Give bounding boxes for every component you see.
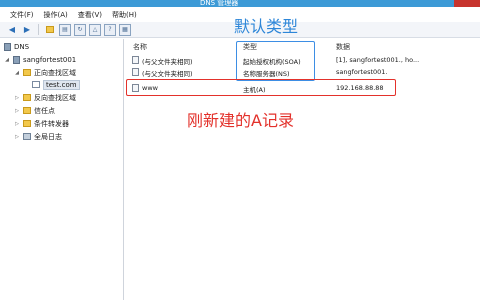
tree-label-trust-points: 信任点: [34, 106, 55, 115]
tree-label-forward-zones: 正向查找区域: [34, 68, 76, 77]
collapse-icon[interactable]: ◢: [14, 70, 20, 76]
close-button[interactable]: [454, 0, 480, 7]
column-header-data[interactable]: 数据: [336, 42, 350, 52]
annotation-new-a-record: 刚新建的A记录: [187, 111, 294, 130]
folder-icon: [23, 107, 31, 114]
expand-icon[interactable]: ▷: [14, 121, 20, 127]
annotation-default-type: 默认类型: [234, 17, 299, 36]
expand-icon[interactable]: ▷: [14, 95, 20, 101]
refresh-icon[interactable]: ↻: [74, 23, 86, 36]
maximize-button[interactable]: [432, 0, 454, 7]
title-bar: DNS 管理器: [0, 0, 480, 7]
properties-icon[interactable]: ▤: [59, 23, 71, 36]
folder-up-icon[interactable]: [44, 24, 56, 36]
console-tree: DNS ◢ sangfortest001 ◢ 正向查找区域 test.com ▷…: [0, 39, 124, 300]
tree-node-conditional-forwarders[interactable]: ▷ 条件转发器: [14, 118, 69, 129]
record-name: (与父文件夹相同): [142, 70, 193, 78]
expand-icon[interactable]: ▷: [14, 134, 20, 140]
tree-node-forward-zones[interactable]: ◢ 正向查找区域: [14, 67, 76, 78]
column-header-name[interactable]: 名称: [133, 42, 147, 52]
tree-node-global-logs[interactable]: ▷ 全局日志: [14, 131, 62, 142]
record-icon: [132, 56, 139, 64]
tree-label-reverse-zones: 反向查找区域: [34, 93, 76, 102]
collapse-icon[interactable]: ◢: [4, 57, 10, 63]
help-icon[interactable]: ?: [104, 23, 116, 36]
server-icon: [13, 55, 20, 64]
record-data: [1], sangfortest001., ho...: [336, 56, 420, 64]
tree-label-zone: test.com: [43, 79, 80, 90]
tree-node-server[interactable]: ◢ sangfortest001: [4, 54, 76, 65]
export-icon[interactable]: △: [89, 23, 101, 36]
dns-icon: [4, 42, 11, 51]
tree-label-global-logs: 全局日志: [34, 132, 62, 141]
new-record-highlight: [126, 79, 396, 96]
log-icon: [23, 133, 31, 140]
type-column-highlight: [236, 41, 315, 81]
folder-icon: [23, 120, 31, 127]
expand-icon[interactable]: ▷: [14, 108, 20, 114]
folder-icon: [23, 69, 31, 76]
tree-label-dns: DNS: [14, 42, 30, 51]
zone-icon: [32, 81, 40, 88]
toolbar-divider: [38, 24, 39, 35]
menu-view[interactable]: 查看(V): [78, 10, 102, 20]
tree-node-reverse-zones[interactable]: ▷ 反向查找区域: [14, 92, 76, 103]
tree-node-zone-test[interactable]: test.com: [32, 79, 80, 90]
menu-action[interactable]: 操作(A): [44, 10, 68, 20]
forward-arrow-icon[interactable]: ▶: [21, 24, 33, 36]
tree-label-conditional-forwarders: 条件转发器: [34, 119, 69, 128]
tree-label-server: sangfortest001: [23, 55, 77, 64]
menu-file[interactable]: 文件(F): [10, 10, 34, 20]
folder-icon: [23, 94, 31, 101]
back-arrow-icon[interactable]: ◀: [6, 24, 18, 36]
tree-node-trust-points[interactable]: ▷ 信任点: [14, 105, 55, 116]
minimize-button[interactable]: [410, 0, 432, 7]
tree-node-dns[interactable]: DNS: [4, 41, 29, 52]
record-data: sangfortest001.: [336, 68, 388, 76]
console-icon[interactable]: ▦: [119, 23, 131, 36]
menu-help[interactable]: 帮助(H): [112, 10, 137, 20]
window-title: DNS 管理器: [200, 0, 239, 7]
record-name: (与父文件夹相同): [142, 58, 193, 66]
record-icon: [132, 68, 139, 76]
